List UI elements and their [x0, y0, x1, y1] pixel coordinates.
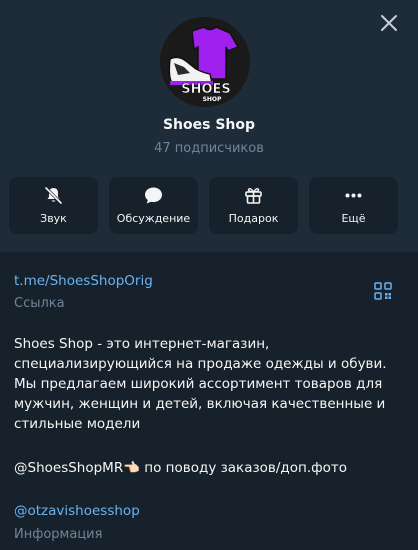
- channel-name: Shoes Shop: [162, 117, 256, 133]
- gift-label: Подарок: [228, 212, 279, 225]
- discussion-label: Обсуждение: [116, 212, 191, 225]
- mute-button[interactable]: Звук: [9, 177, 98, 234]
- bell-off-icon: [44, 186, 63, 205]
- avatar[interactable]: SHOES SHOP: [160, 17, 250, 107]
- more-label: Ещё: [341, 212, 366, 225]
- info-caption: Информация: [14, 527, 103, 542]
- gift-icon: [245, 187, 262, 204]
- more-dots-icon: [345, 193, 362, 198]
- svg-text:SHOP: SHOP: [203, 96, 222, 103]
- contact-line: @ShoesShopMR👈🏻 по поводу заказов/доп.фот…: [14, 460, 348, 476]
- action-bar: Звук Обсуждение Подарок Ещё: [9, 177, 409, 234]
- mute-label: Звук: [40, 212, 67, 225]
- link-caption: Ссылка: [14, 296, 65, 311]
- profile-header: SHOES SHOP Shoes Shop 47 подписчиков Зву…: [0, 0, 418, 252]
- svg-text:SHOES: SHOES: [181, 82, 231, 97]
- channel-link[interactable]: t.me/ShoesShopOrig: [14, 273, 153, 289]
- qr-code-icon[interactable]: [374, 282, 392, 300]
- chat-bubble-icon: [145, 187, 162, 204]
- channel-description: Shoes Shop - это интернет-магазин, специ…: [14, 336, 387, 432]
- subscriber-count: 47 подписчиков: [154, 141, 264, 156]
- channel-info: t.me/ShoesShopOrig Ссылка Shoes Shop - э…: [0, 252, 418, 550]
- discussion-button[interactable]: Обсуждение: [109, 177, 198, 234]
- avatar-logo: SHOES SHOP: [160, 17, 250, 107]
- username-link[interactable]: @otzavishoesshop: [14, 503, 140, 519]
- close-icon[interactable]: [378, 12, 400, 34]
- gift-button[interactable]: Подарок: [209, 177, 298, 234]
- more-button[interactable]: Ещё: [309, 177, 398, 234]
